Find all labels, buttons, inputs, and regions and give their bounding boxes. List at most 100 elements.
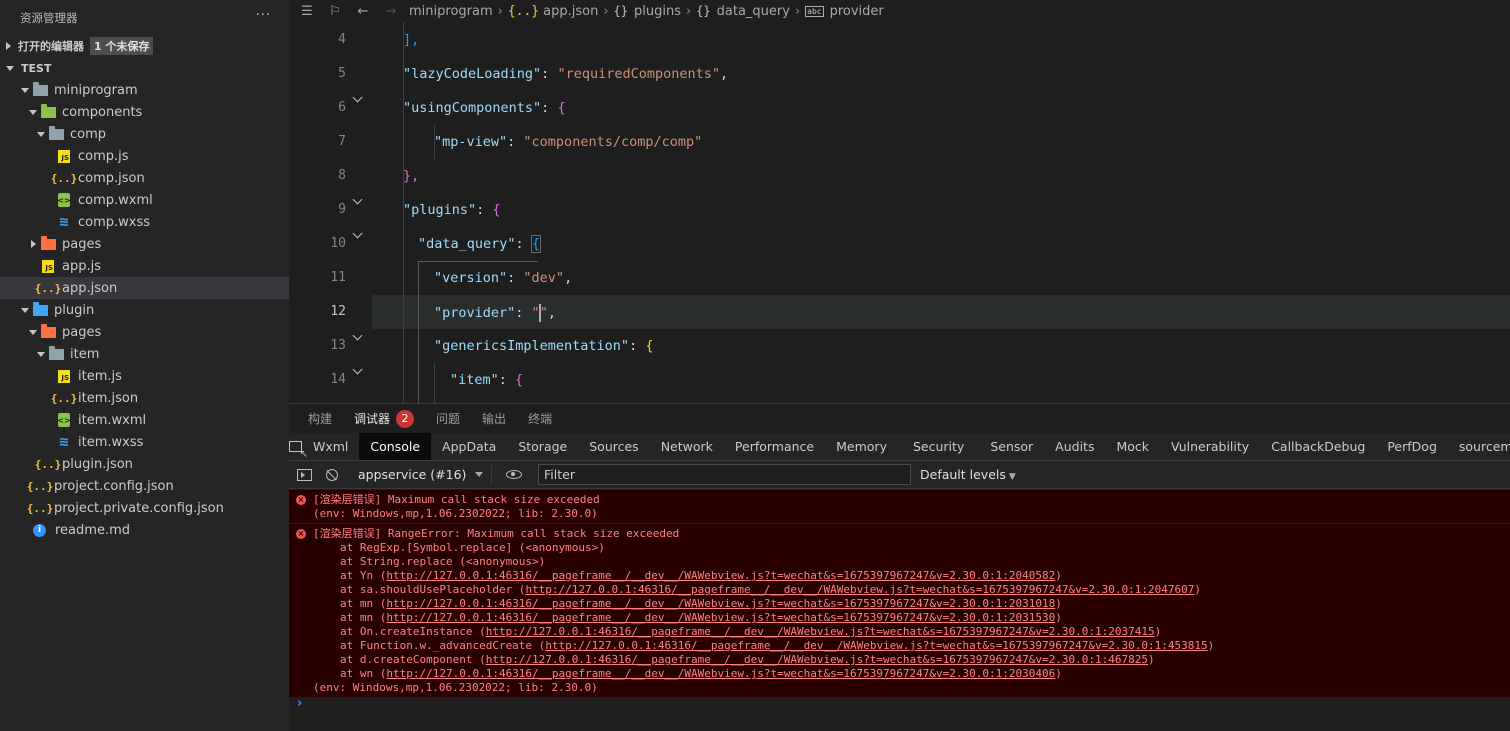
tree-folder[interactable]: item xyxy=(0,343,289,365)
panel-tab[interactable]: 输出 xyxy=(482,410,506,427)
tree-file[interactable]: <> item.wxml xyxy=(0,409,289,431)
wxss-file-icon: ≋ xyxy=(58,214,70,230)
tree-file[interactable]: JS item.js xyxy=(0,365,289,387)
stack-frame: at mn (http://127.0.0.1:46316/__pagefram… xyxy=(289,611,1510,625)
string-property-icon: abc xyxy=(805,5,824,17)
devtools-tab[interactable]: Wxml xyxy=(302,433,359,460)
tree-item-label: comp.wxss xyxy=(78,214,151,230)
breadcrumb-provider[interactable]: provider xyxy=(830,4,884,19)
devtools-tab[interactable]: Mock xyxy=(1105,433,1160,460)
tree-folder[interactable]: components xyxy=(0,101,289,123)
tree-file[interactable]: {..} project.config.json xyxy=(0,475,289,497)
tree-file[interactable]: {..} project.private.config.json xyxy=(0,497,289,519)
stack-frame-link[interactable]: http://127.0.0.1:46316/__pageframe__/__d… xyxy=(525,583,1194,596)
devtools-tab[interactable]: CallbackDebug xyxy=(1260,433,1376,460)
breadcrumb-folder[interactable]: miniprogram xyxy=(409,4,493,19)
fold-chevron-icon[interactable] xyxy=(353,331,363,341)
breadcrumb-file[interactable]: app.json xyxy=(543,4,598,19)
devtools-tab[interactable]: AppData xyxy=(431,433,507,460)
list-icon[interactable]: ☰ xyxy=(297,4,317,19)
console-toolbar: appservice (#16) Default levels▼ xyxy=(289,460,1510,489)
stack-frame-link[interactable]: http://127.0.0.1:46316/__pageframe__/__d… xyxy=(545,639,1207,652)
show-sidebar-icon[interactable] xyxy=(297,468,312,481)
live-expression-eye-icon[interactable] xyxy=(506,470,522,479)
fold-chevron-icon[interactable] xyxy=(353,365,363,375)
tree-file[interactable]: ≋ item.wxss xyxy=(0,431,289,453)
chevron-down-icon xyxy=(29,329,37,335)
stack-frame-link[interactable]: http://127.0.0.1:46316/__pageframe__/__d… xyxy=(386,569,1055,582)
tree-item-label: app.json xyxy=(62,280,118,296)
devtools-tab[interactable]: Network xyxy=(650,433,724,460)
log-levels-dropdown[interactable]: Default levels ▼ xyxy=(920,467,1016,482)
tree-folder[interactable]: pages xyxy=(0,321,289,343)
tree-file[interactable]: {..} app.json xyxy=(0,277,289,299)
devtools-tab[interactable]: Storage xyxy=(507,433,578,460)
object-icon: {} xyxy=(696,4,711,18)
code-key: "mp-view" xyxy=(434,134,508,150)
tree-file[interactable]: {..} item.json xyxy=(0,387,289,409)
devtools-tab[interactable]: Memory xyxy=(825,433,898,460)
fold-chevron-icon[interactable] xyxy=(353,93,363,103)
bookmark-icon[interactable]: ⚐ xyxy=(325,4,345,19)
pages-folder-icon xyxy=(40,235,56,252)
back-arrow-icon[interactable]: ← xyxy=(353,4,373,19)
devtools-tab[interactable]: Sensor xyxy=(979,433,1044,460)
tree-file[interactable]: {..} comp.json xyxy=(0,167,289,189)
code-line-6: "usingComponents": { xyxy=(403,100,566,116)
panel-tab-label: 调试器 xyxy=(354,412,391,426)
devtools-tab[interactable]: sourcemap xyxy=(1448,433,1510,460)
open-editors-section[interactable]: 打开的编辑器 1 个未保存 xyxy=(0,35,289,57)
devtools-tab[interactable]: Security xyxy=(898,433,979,460)
context-selector[interactable]: appservice (#16) xyxy=(352,464,492,485)
tree-file[interactable]: i readme.md xyxy=(0,519,289,541)
tree-folder[interactable]: miniprogram xyxy=(0,79,289,101)
panel-tab[interactable]: 调试器 2 xyxy=(354,409,415,428)
devtools-tab[interactable]: Performance xyxy=(724,433,825,460)
tree-file[interactable]: <> comp.wxml xyxy=(0,189,289,211)
stack-frame-link[interactable]: http://127.0.0.1:46316/__pageframe__/__d… xyxy=(486,625,1155,638)
inspect-element-icon[interactable] xyxy=(289,433,308,460)
tree-file[interactable]: ≋ comp.wxss xyxy=(0,211,289,233)
stack-frame-link[interactable]: http://127.0.0.1:46316/__pageframe__/__d… xyxy=(386,667,1055,680)
line-number: 8 xyxy=(338,168,346,183)
stack-frame-link[interactable]: http://127.0.0.1:46316/__pageframe__/__d… xyxy=(386,611,1055,624)
chevron-down-icon xyxy=(6,65,14,71)
chevron-down-icon xyxy=(21,307,29,313)
clear-console-icon[interactable] xyxy=(326,468,338,481)
chevron-right-icon xyxy=(6,42,11,50)
console-prompt-icon[interactable]: › xyxy=(297,696,302,711)
code-key: "plugins" xyxy=(403,202,477,218)
tree-file[interactable]: JS comp.js xyxy=(0,145,289,167)
devtools-tab[interactable]: Sources xyxy=(578,433,649,460)
panel-tab[interactable]: 终端 xyxy=(528,410,552,427)
tree-item-label: readme.md xyxy=(55,522,130,538)
tree-file[interactable]: {..} plugin.json xyxy=(0,453,289,475)
tree-folder[interactable]: plugin xyxy=(0,299,289,321)
devtools-tab[interactable]: Console xyxy=(359,433,432,460)
panel-tab[interactable]: 构建 xyxy=(308,410,332,427)
json-file-icon: {..} xyxy=(50,171,78,185)
code-area[interactable]: 4 5 6 7 8 9 10 11 12 13 14 ], "lazyCodeL… xyxy=(289,22,1510,403)
stack-frame-link[interactable]: http://127.0.0.1:46316/__pageframe__/__d… xyxy=(386,597,1055,610)
workspace-section[interactable]: TEST xyxy=(0,57,289,79)
breadcrumb-data-query[interactable]: data_query xyxy=(717,4,790,19)
devtools-tab[interactable]: Vulnerability xyxy=(1160,433,1260,460)
tree-folder[interactable]: pages xyxy=(0,233,289,255)
code-key: "version" xyxy=(434,270,508,286)
stack-frame: at wn (http://127.0.0.1:46316/__pagefram… xyxy=(289,667,1510,681)
forward-arrow-icon[interactable]: → xyxy=(381,4,401,19)
stack-frame-text: ) xyxy=(1154,625,1162,638)
stack-frame-link[interactable]: http://127.0.0.1:46316/__pageframe__/__d… xyxy=(486,653,1148,666)
tree-folder[interactable]: comp xyxy=(0,123,289,145)
stack-frame-text: at Yn ( xyxy=(340,569,387,582)
devtools-tab[interactable]: PerfDog xyxy=(1376,433,1448,460)
filter-input[interactable] xyxy=(538,464,911,485)
devtools-tab[interactable]: Audits xyxy=(1044,433,1105,460)
log-levels-label: Default levels xyxy=(920,467,1006,482)
more-actions-icon[interactable]: ··· xyxy=(256,8,271,23)
panel-tab[interactable]: 问题 xyxy=(436,410,460,427)
fold-chevron-icon[interactable] xyxy=(353,229,363,239)
breadcrumb-plugins[interactable]: plugins xyxy=(634,4,681,19)
fold-chevron-icon[interactable] xyxy=(353,195,363,205)
tree-file[interactable]: JS app.js xyxy=(0,255,289,277)
